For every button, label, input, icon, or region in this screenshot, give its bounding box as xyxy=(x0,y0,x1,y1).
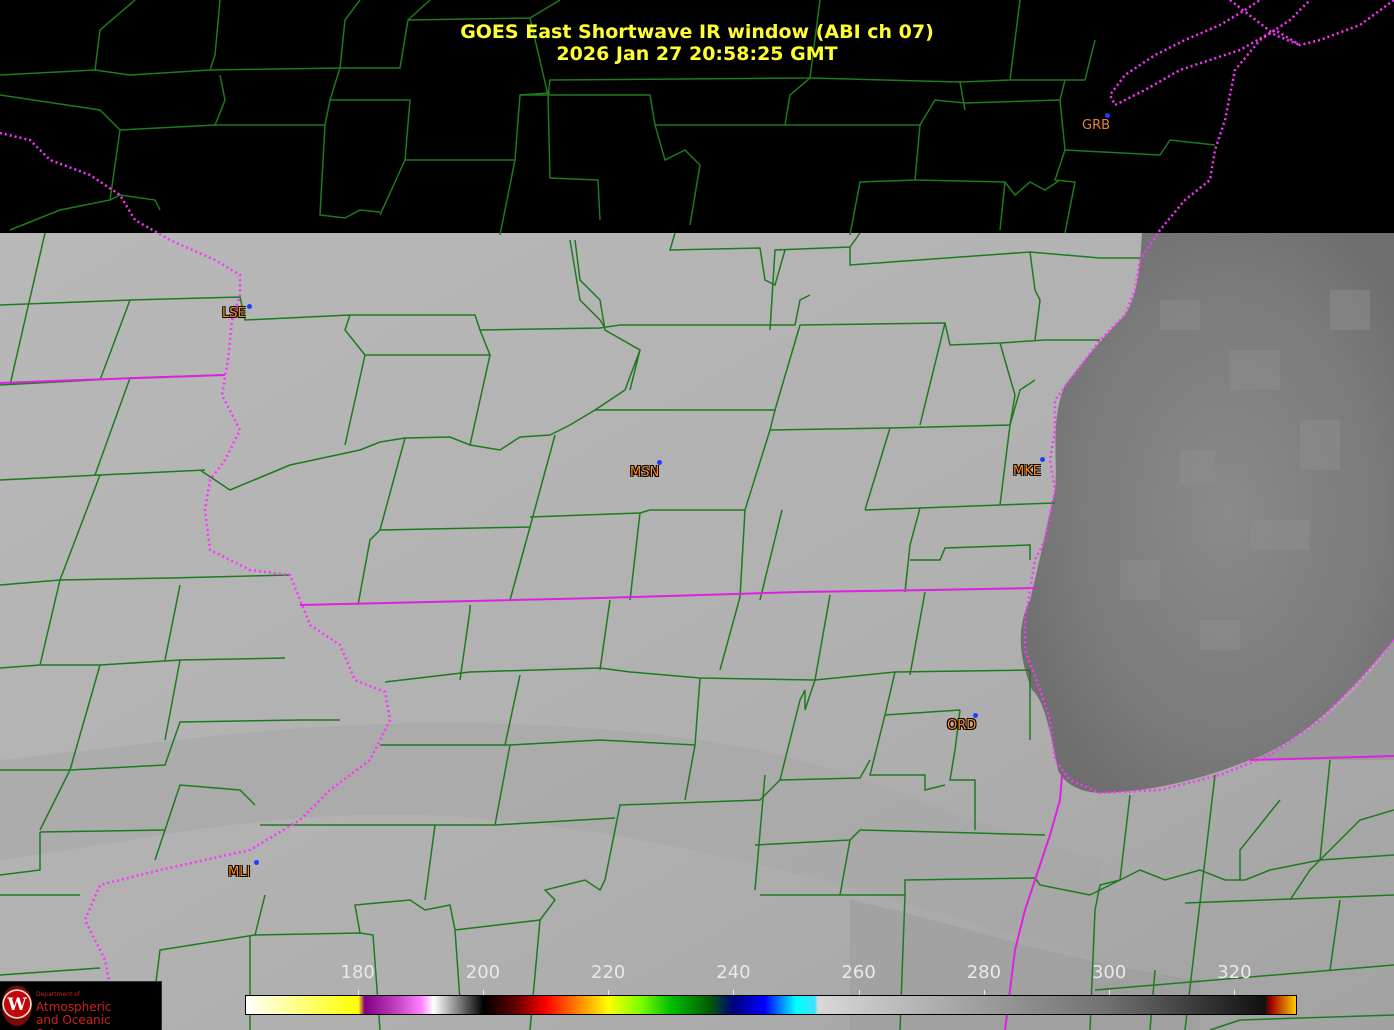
temperature-colorbar xyxy=(245,995,1297,1015)
colorbar-tick-label: 260 xyxy=(841,962,876,983)
city-label-mli: MLI xyxy=(228,865,251,880)
colorbar-tick-mark xyxy=(983,990,985,995)
colorbar-tick-mark xyxy=(482,990,484,995)
colorbar-tick-mark xyxy=(1234,990,1236,995)
city-label-grb: GRB xyxy=(1082,118,1111,133)
map-timestamp: 2026 Jan 27 20:58:25 GMT xyxy=(556,43,838,65)
colorbar-tick-mark xyxy=(733,990,735,995)
uw-seal-icon: W xyxy=(2,986,32,1026)
city-label-msn: MSN xyxy=(630,465,660,480)
satellite-map-view: GOES East Shortwave IR window (ABI ch 07… xyxy=(0,0,1394,1030)
colorbar-tick-label: 220 xyxy=(591,962,626,983)
colorbar-tick-label: 200 xyxy=(465,962,501,983)
colorbar-tick-label: 320 xyxy=(1217,962,1252,983)
colorbar-tick-label: 300 xyxy=(1091,962,1127,983)
city-dot-mke xyxy=(1040,457,1045,462)
city-dot-mli xyxy=(254,860,259,865)
city-label-ord: ORD xyxy=(947,718,977,733)
colorbar-tick-mark xyxy=(1109,990,1111,995)
colorbar-tick-label: 280 xyxy=(966,962,1002,983)
aos-logo: W Department of Atmospheric and Oceanic … xyxy=(0,981,162,1030)
colorbar-tick-label: 180 xyxy=(340,962,375,983)
city-label-lse: LSE xyxy=(222,306,246,321)
map-title: GOES East Shortwave IR window (ABI ch 07… xyxy=(460,21,934,43)
city-dot-lse xyxy=(247,304,252,309)
city-label-mke: MKE xyxy=(1013,464,1041,479)
colorbar-tick-mark xyxy=(858,990,860,995)
logo-line2: and Oceanic Sciences xyxy=(36,1013,111,1030)
logo-department: Department of xyxy=(36,991,80,998)
map-canvas xyxy=(0,0,1394,1030)
colorbar-tick-mark xyxy=(357,990,359,995)
logo-line1: Atmospheric xyxy=(36,1000,112,1014)
colorbar-tick-mark xyxy=(608,990,610,995)
colorbar-tick-label: 240 xyxy=(716,962,751,983)
